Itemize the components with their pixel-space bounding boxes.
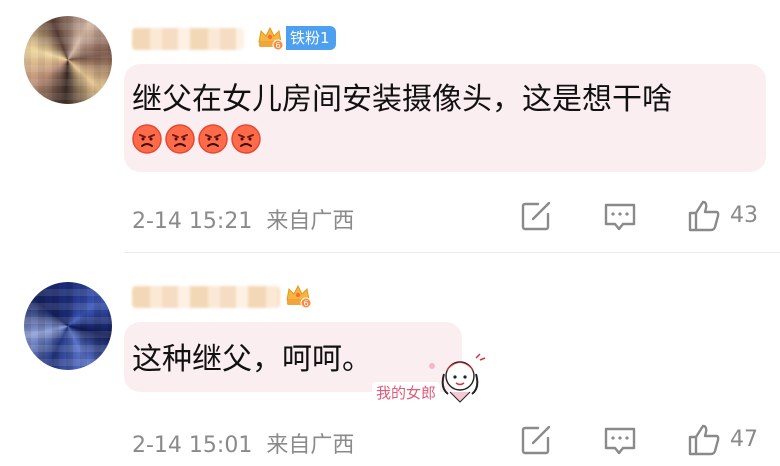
comment-text: 这种继父，呵呵。 [132, 342, 372, 377]
comment-time: 2-14 15:01 [132, 433, 253, 458]
like-icon[interactable] [686, 422, 722, 458]
comment-time: 2-14 15:21 [132, 209, 253, 234]
comment-location: 来自广西 [266, 209, 355, 234]
sticker-label: 我的女郎 [372, 382, 441, 403]
level-number: 6 [303, 299, 308, 308]
reply-icon[interactable] [602, 198, 638, 234]
crown-icon: 6 [286, 284, 312, 309]
comment-meta: 2-14 15:01 来自广西 [132, 427, 354, 459]
comment-meta: 2-14 15:21 来自广西 [132, 203, 354, 235]
comment-location: 来自广西 [266, 433, 355, 458]
like-icon[interactable] [686, 198, 722, 234]
divider [124, 252, 780, 253]
comment-item: 6 这种继父，呵呵。 我的女郎 2-14 15:01 来自广西 47 [0, 0, 780, 458]
avatar[interactable] [24, 282, 112, 370]
share-icon[interactable] [518, 422, 554, 458]
share-icon[interactable] [518, 198, 554, 234]
like-count: 43 [730, 203, 758, 228]
username-blurred[interactable] [132, 286, 280, 308]
reply-icon[interactable] [602, 422, 638, 458]
like-count: 47 [730, 427, 758, 452]
